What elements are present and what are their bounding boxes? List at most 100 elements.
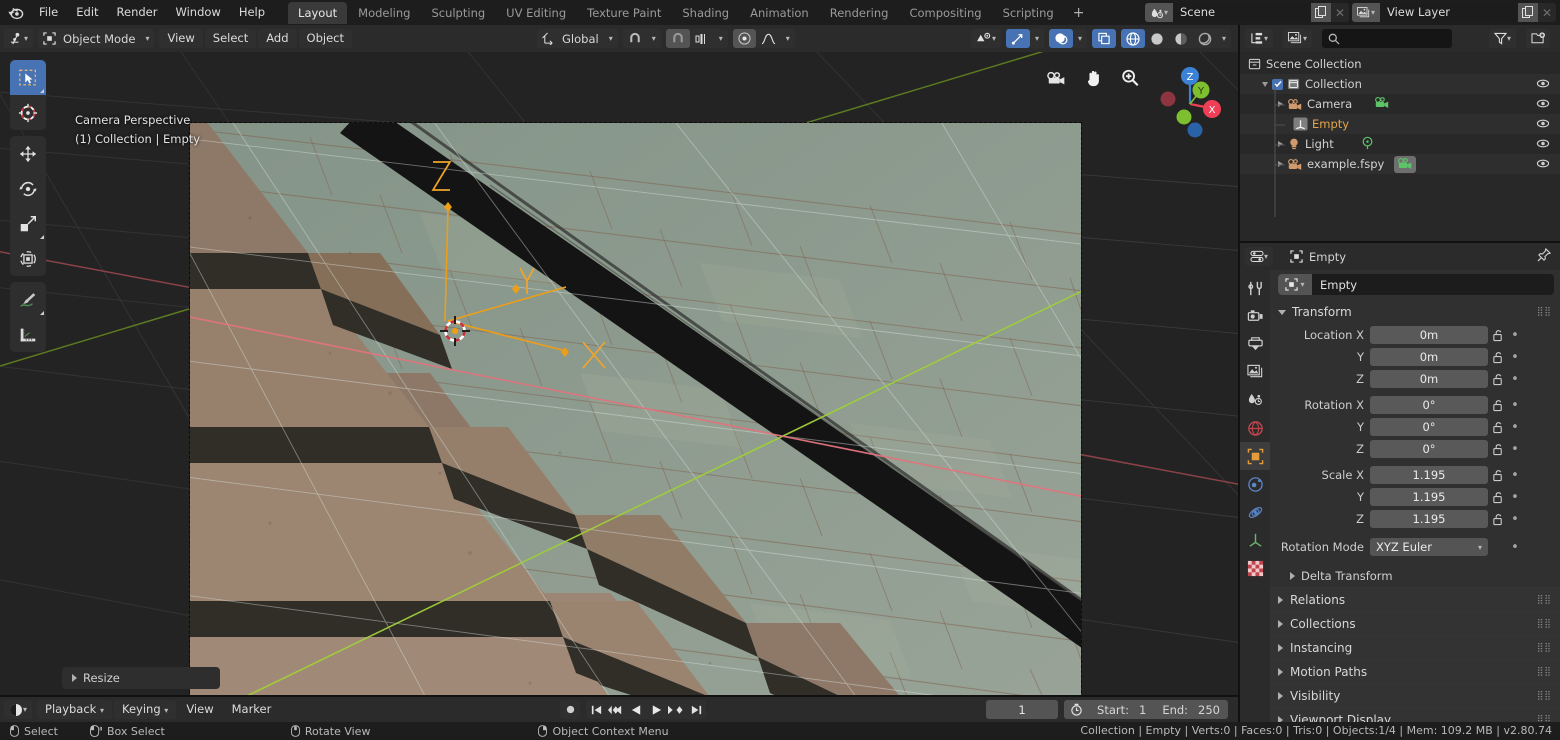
viewport-3d[interactable]: Camera Perspective (1) Collection | Empt… [0, 52, 1240, 697]
menu-file[interactable]: File [30, 3, 67, 22]
properties-panel[interactable]: ▾ Empty Transform ⣿⣿ Location X 0m • Y 0… [1270, 270, 1560, 722]
view-layer-selector[interactable]: ▾ View Layer ✕ [1352, 3, 1556, 22]
chevron-down-icon[interactable]: ▾ [1030, 29, 1044, 48]
menu-edit[interactable]: Edit [67, 3, 107, 22]
hand-pan-icon[interactable] [1084, 68, 1104, 91]
outliner-row-empty[interactable]: Empty [1240, 114, 1560, 134]
operator-redo-panel[interactable]: Resize [62, 667, 220, 689]
object-mode-selector[interactable]: Object Mode ▾ [38, 29, 155, 48]
tab-modeling[interactable]: Modeling [348, 2, 420, 24]
transform-orientation-selector[interactable]: Global ▾ [537, 29, 618, 48]
tab-animation[interactable]: Animation [740, 2, 819, 24]
outliner-row-light[interactable]: Light [1240, 134, 1560, 154]
unlock-icon[interactable] [1488, 513, 1508, 526]
object-name-value[interactable]: Empty [1312, 278, 1357, 292]
property-row-scale-z[interactable]: Z 1.195 • [1270, 509, 1560, 529]
current-frame-field[interactable]: 1 [986, 700, 1059, 719]
close-icon[interactable]: ✕ [1331, 3, 1349, 22]
outliner[interactable]: Scene Collection Collection Camera Empty… [1240, 52, 1560, 242]
rotation-mode-dropdown[interactable]: XYZ Euler ▾ [1370, 538, 1488, 556]
select-box-tool-button[interactable] [10, 60, 46, 95]
camera-view-icon[interactable] [1046, 70, 1068, 89]
drag-grip-icon[interactable]: ⣿⣿ [1537, 667, 1552, 677]
properties-tab-constraints[interactable] [1240, 470, 1270, 498]
visibility-eye-icon[interactable] [1536, 137, 1550, 153]
subpanel-delta-transform[interactable]: Delta Transform [1270, 565, 1560, 587]
property-row-rotation-x[interactable]: Rotation X 0° • [1270, 395, 1560, 415]
play-button[interactable] [646, 700, 666, 719]
shading-material-preview-icon[interactable] [1169, 29, 1193, 48]
falloff-curve-icon[interactable] [756, 29, 781, 48]
unlock-icon[interactable] [1488, 329, 1508, 342]
menu-window[interactable]: Window [166, 3, 229, 22]
region-separator-horizontal[interactable] [1240, 241, 1560, 243]
rotate-tool-button[interactable] [10, 171, 46, 206]
tab-shading[interactable]: Shading [672, 2, 739, 24]
outliner-search-input[interactable] [1322, 29, 1453, 48]
object-visibility-group[interactable]: ▾ [970, 29, 1001, 48]
properties-tab-object[interactable] [1240, 442, 1270, 470]
menu-help[interactable]: Help [230, 3, 274, 22]
transform-panel-header[interactable]: Transform ⣿⣿ [1270, 301, 1560, 323]
outliner-filter-id[interactable]: ▾ [1283, 29, 1313, 48]
viewport-menu-add[interactable]: Add [258, 29, 297, 48]
transform-tool-button[interactable] [10, 241, 46, 276]
tab-uv-editing[interactable]: UV Editing [496, 2, 576, 24]
chevron-down-icon[interactable]: ▾ [781, 29, 795, 48]
property-value[interactable]: 1.195 [1370, 510, 1488, 528]
object-name-field[interactable]: ▾ Empty [1278, 274, 1554, 295]
scale-tool-button[interactable] [10, 206, 46, 241]
camera-green-boxed-icon[interactable] [1394, 155, 1417, 173]
property-value[interactable]: 0m [1370, 348, 1488, 366]
visibility-eye-icon[interactable] [1536, 157, 1550, 173]
animate-dot-icon[interactable]: • [1508, 372, 1522, 387]
tab-rendering[interactable]: Rendering [820, 2, 899, 24]
property-value[interactable]: 0° [1370, 396, 1488, 414]
animate-dot-icon[interactable]: • [1508, 420, 1522, 435]
frame-start-field[interactable]: Start: 1 [1089, 700, 1155, 719]
timeline-menu-keying[interactable]: Keying ▾ [114, 700, 177, 719]
viewport-menu-view[interactable]: View [159, 29, 203, 48]
panel-collections[interactable]: Collections ⣿⣿ [1270, 611, 1560, 635]
tab-texture-paint[interactable]: Texture Paint [577, 2, 671, 24]
jump-to-end-button[interactable] [686, 700, 706, 719]
viewport-menu-object[interactable]: Object [298, 29, 352, 48]
unlock-icon[interactable] [1488, 443, 1508, 456]
overlays-group[interactable]: ▾ [1048, 29, 1087, 48]
overlays-icon[interactable] [1048, 29, 1073, 48]
property-row-location-y[interactable]: Y 0m • [1270, 347, 1560, 367]
snap-magnet-icon[interactable] [623, 29, 647, 48]
property-value[interactable]: 1.195 [1370, 488, 1488, 506]
outliner-row-collection[interactable]: Collection [1240, 74, 1560, 94]
timeline-menu-view[interactable]: View [178, 700, 221, 719]
tab-sculpting[interactable]: Sculpting [421, 2, 495, 24]
new-collection-icon[interactable] [1526, 29, 1550, 48]
properties-tab-view-layer[interactable] [1240, 358, 1270, 386]
pin-icon[interactable] [1537, 247, 1552, 265]
panel-relations[interactable]: Relations ⣿⣿ [1270, 587, 1560, 611]
filter-funnel-icon[interactable]: ▾ [1489, 29, 1516, 48]
outliner-display-mode-icon[interactable]: ▾ [1245, 29, 1273, 48]
disclosure-triangle-right-icon[interactable] [1278, 161, 1283, 167]
chevron-down-icon[interactable]: ▾ [647, 29, 661, 48]
shading-rendered-icon[interactable] [1193, 29, 1217, 48]
properties-tab-world[interactable] [1240, 414, 1270, 442]
properties-tab-texture[interactable] [1240, 554, 1270, 582]
drag-grip-icon[interactable]: ⣿⣿ [1537, 307, 1552, 317]
region-separator-timeline[interactable] [0, 695, 1240, 697]
move-tool-button[interactable] [10, 136, 46, 171]
tab-layout[interactable]: Layout [288, 1, 348, 24]
property-row-rotation-y[interactable]: Y 0° • [1270, 417, 1560, 437]
collection-checkbox[interactable] [1272, 78, 1283, 90]
menu-render[interactable]: Render [108, 3, 167, 22]
property-row-location-z[interactable]: Z 0m • [1270, 369, 1560, 389]
tab-compositing[interactable]: Compositing [899, 2, 991, 24]
scene-icon[interactable]: ▾ [1145, 3, 1173, 22]
chevron-down-icon[interactable]: ▾ [140, 29, 154, 48]
transform-orientation-label[interactable]: Global [560, 29, 604, 48]
chevron-down-icon[interactable]: ▾ [1217, 29, 1231, 48]
panel-viewport-display[interactable]: Viewport Display ⣿⣿ [1270, 707, 1560, 722]
snap-target-group[interactable]: ▾ [665, 29, 728, 48]
cursor-tool-button[interactable] [10, 95, 46, 130]
unlock-icon[interactable] [1488, 399, 1508, 412]
